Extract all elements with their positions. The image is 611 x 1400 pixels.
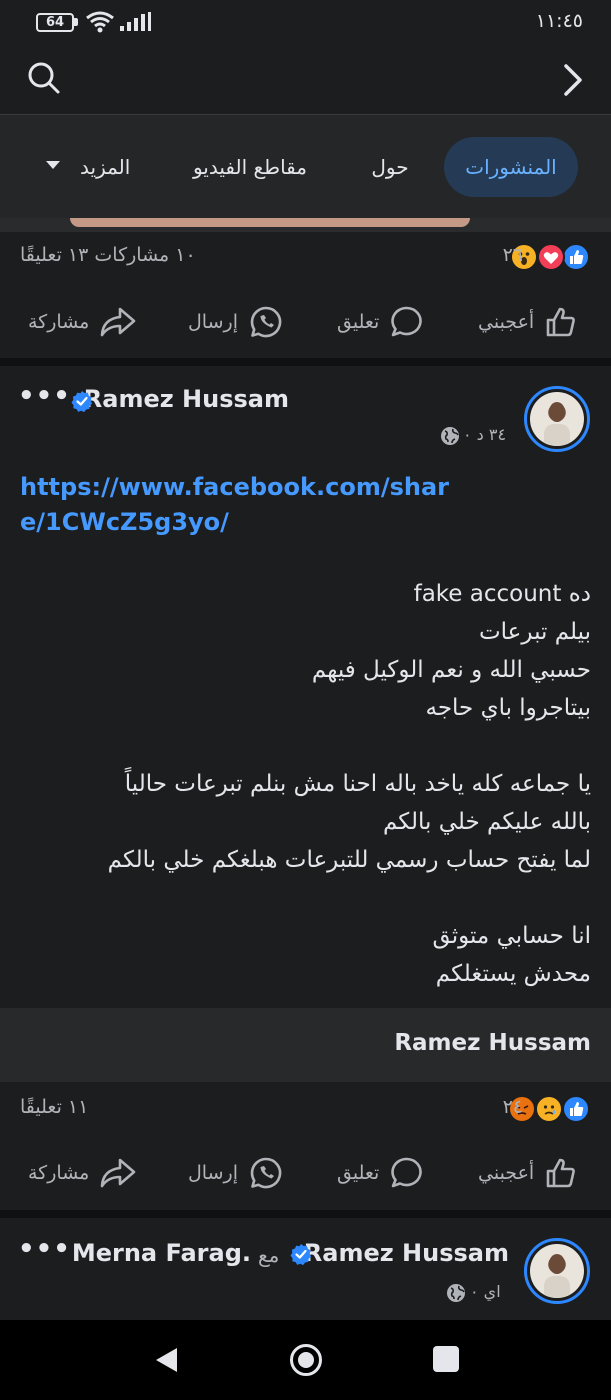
comment-bubble-icon [391, 306, 423, 337]
post3-timestamp[interactable]: اي ٠ [470, 1282, 501, 1301]
post2-send-button[interactable]: إرسال [188, 1143, 284, 1203]
post2-reactions-row: ٢٤ ١١ تعليقًا [0, 1084, 611, 1134]
post1-actions-row: أعجبني تعليق إرسال مشاركة [0, 292, 611, 352]
whatsapp-icon [250, 306, 282, 338]
post2-comment-button[interactable]: تعليق [337, 1143, 425, 1203]
post2-timestamp[interactable]: ٣٤ د ٠ [463, 425, 506, 444]
like-label: أعجبني [478, 1162, 535, 1184]
post-body-line: حسبي الله و نعم الوكيل فيهم [311, 657, 591, 683]
post2-body: ده fake account بيلم تبرعات حسبي الله و … [31, 575, 591, 993]
post2-author-name[interactable]: Ramez Hussam [84, 385, 289, 413]
profile-tabs: المنشورات حول مقاطع الفيديو المزيد [0, 115, 611, 220]
like-reaction-icon[interactable] [562, 1095, 590, 1123]
tab-about[interactable]: حول [360, 137, 420, 197]
globe-icon [441, 427, 459, 445]
like-reaction-icon[interactable] [562, 243, 590, 271]
signal-icon [120, 12, 151, 31]
battery-level: 64 [45, 15, 65, 30]
post3-author-name[interactable]: Ramez Hussam [304, 1239, 509, 1267]
comment-label: تعليق [337, 1162, 380, 1184]
post-body-line: بيلم تبرعات [479, 619, 591, 645]
post2-share-button[interactable]: مشاركة [28, 1143, 137, 1203]
post2-actions-row: أعجبني تعليق إرسال مشاركة [0, 1143, 611, 1203]
send-label: إرسال [188, 311, 238, 333]
globe-icon [447, 1284, 465, 1302]
nav-back-icon[interactable] [155, 1347, 179, 1373]
battery-tip [74, 18, 78, 26]
back-arrow-icon[interactable] [558, 60, 586, 100]
post3-author-avatar[interactable] [524, 1238, 590, 1304]
thumbs-up-icon [546, 1158, 576, 1188]
post2-link[interactable]: https://www.facebook.com/share/1CWcZ5g3y… [20, 470, 460, 540]
post1-reaction-count[interactable]: ٢٦ [503, 244, 523, 266]
post-separator [0, 358, 611, 366]
thumbs-up-icon [546, 307, 576, 337]
comment-label: تعليق [337, 311, 380, 333]
post2-author-avatar[interactable] [524, 386, 590, 452]
tab-more[interactable]: المزيد [80, 137, 130, 197]
post-body-line: ده fake account [413, 581, 591, 607]
post3-tagged-name[interactable]: Merna Farag. [72, 1239, 251, 1267]
post-body-line: لما يفتح حساب رسمي للتبرعات هبلغكم خلي ب… [107, 847, 591, 873]
post-body-line: يا جماعه كله ياخد باله احنا مش بنلم تبرع… [124, 771, 591, 797]
love-reaction-icon[interactable] [537, 243, 565, 271]
post1-shares[interactable]: ١٠ مشاركات [94, 244, 195, 266]
post-body-line: انا حسابي متوثق [432, 923, 591, 949]
comment-bubble-icon [391, 1157, 423, 1188]
post1-comment-share-stats[interactable]: ١٠ مشاركات ١٣ تعليقًا [20, 244, 196, 266]
system-nav-bar [0, 1320, 611, 1400]
post3-more-options-icon[interactable]: ••• [18, 1234, 71, 1264]
like-label: أعجبني [478, 311, 535, 333]
whatsapp-icon [250, 1157, 282, 1189]
share-arrow-icon [101, 1158, 136, 1188]
post1-share-button[interactable]: مشاركة [28, 292, 137, 352]
verified-badge-icon [71, 391, 93, 412]
post2-reaction-count[interactable]: ٢٤ [503, 1096, 523, 1118]
share-arrow-icon [101, 307, 136, 337]
nav-home-icon[interactable] [289, 1343, 323, 1377]
status-bar: 64 ١١:٤٥ [0, 0, 611, 46]
shared-author-name[interactable]: Ramez Hussam [394, 1030, 591, 1056]
with-label: مع [258, 1243, 280, 1267]
post1-comment-button[interactable]: تعليق [337, 292, 425, 352]
post-separator [0, 1210, 611, 1218]
share-label: مشاركة [28, 1162, 90, 1184]
clock: ١١:٤٥ [535, 10, 583, 32]
send-label: إرسال [188, 1162, 238, 1184]
post-body-line: بالله عليكم خلي بالكم [382, 809, 591, 835]
post-image-edge[interactable] [0, 218, 611, 232]
share-label: مشاركة [28, 311, 90, 333]
wifi-icon [86, 11, 114, 33]
shared-post-header[interactable]: Ramez Hussam [0, 1008, 611, 1082]
post-body-line: محدش يستغلكم [435, 961, 591, 987]
post1-like-button[interactable]: أعجبني [478, 292, 578, 352]
post2-like-button[interactable]: أعجبني [478, 1143, 578, 1203]
post-body-line [31, 879, 591, 917]
post-body-line [31, 727, 591, 765]
post2-more-options-icon[interactable]: ••• [18, 381, 71, 411]
post1-comments[interactable]: ١٣ تعليقًا [20, 244, 88, 266]
post1-send-button[interactable]: إرسال [188, 292, 284, 352]
sad-reaction-icon[interactable] [535, 1095, 563, 1123]
search-icon[interactable] [26, 60, 62, 96]
tab-posts[interactable]: المنشورات [444, 137, 578, 197]
post2-comments[interactable]: ١١ تعليقًا [20, 1096, 88, 1118]
post1-reactions-row: ٢٦ ١٠ مشاركات ١٣ تعليقًا [0, 232, 611, 282]
tab-videos[interactable]: مقاطع الفيديو [180, 137, 320, 197]
caret-down-icon[interactable] [46, 161, 60, 169]
post-body-line: بيتاجروا باي حاجه [425, 695, 591, 721]
verified-badge-icon [290, 1244, 312, 1265]
nav-recents-icon[interactable] [433, 1346, 459, 1372]
